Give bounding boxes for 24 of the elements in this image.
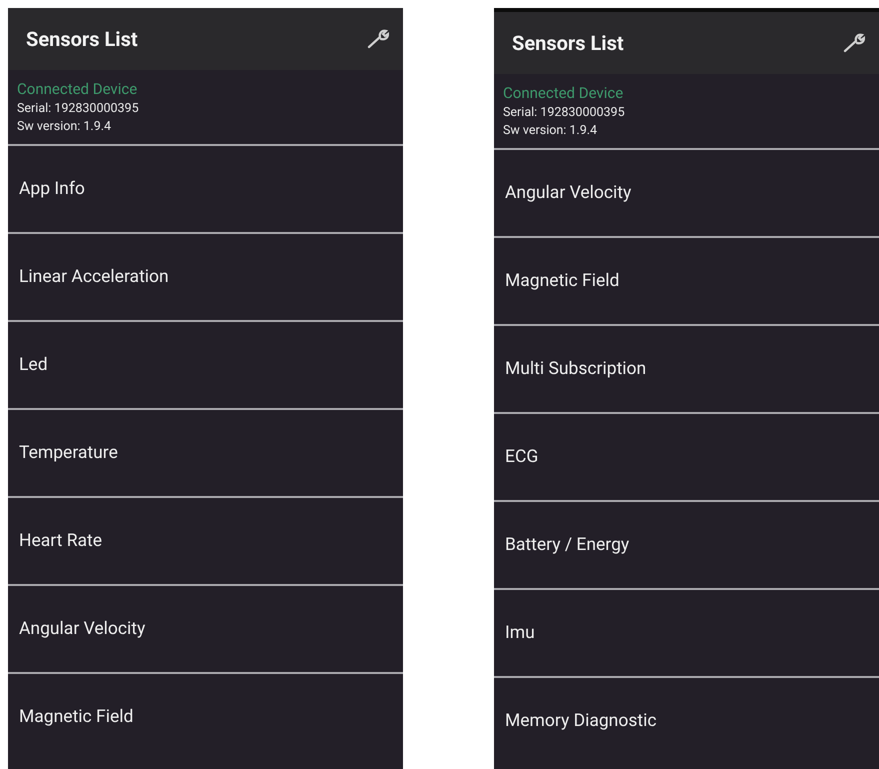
sensor-list-item[interactable]: Led <box>8 320 403 408</box>
sensor-list-item[interactable]: Battery / Energy <box>494 500 879 588</box>
sensor-list-item[interactable]: Temperature <box>8 408 403 496</box>
version-label: Sw version: 1.9.4 <box>503 123 598 138</box>
sensor-list-item[interactable]: ECG <box>494 412 879 500</box>
sensor-list-item[interactable]: App Info <box>8 144 403 232</box>
sensor-list-item[interactable]: Memory Diagnostic <box>494 676 879 764</box>
screen-title: Sensors List <box>512 31 624 55</box>
sensor-list-item[interactable]: Angular Velocity <box>494 148 879 236</box>
sensor-list-item[interactable]: Magnetic Field <box>8 672 403 760</box>
settings-icon[interactable] <box>843 33 865 53</box>
settings-icon[interactable] <box>367 29 389 49</box>
serial-label: Serial: 192830000395 <box>503 105 626 120</box>
connection-status: Connected Device <box>503 84 624 102</box>
sensor-list-item[interactable]: Magnetic Field <box>494 236 879 324</box>
sensor-list-item[interactable]: Angular Velocity <box>8 584 403 672</box>
version-label: Sw version: 1.9.4 <box>17 119 112 134</box>
sensor-list-item[interactable]: Heart Rate <box>8 496 403 584</box>
sensor-list-item[interactable]: Linear Acceleration <box>8 232 403 320</box>
screen-title: Sensors List <box>26 27 138 51</box>
sensor-list-item[interactable]: Imu <box>494 588 879 676</box>
sensor-list-item[interactable]: Multi Subscription <box>494 324 879 412</box>
connection-status: Connected Device <box>17 80 138 98</box>
serial-label: Serial: 192830000395 <box>17 101 140 116</box>
